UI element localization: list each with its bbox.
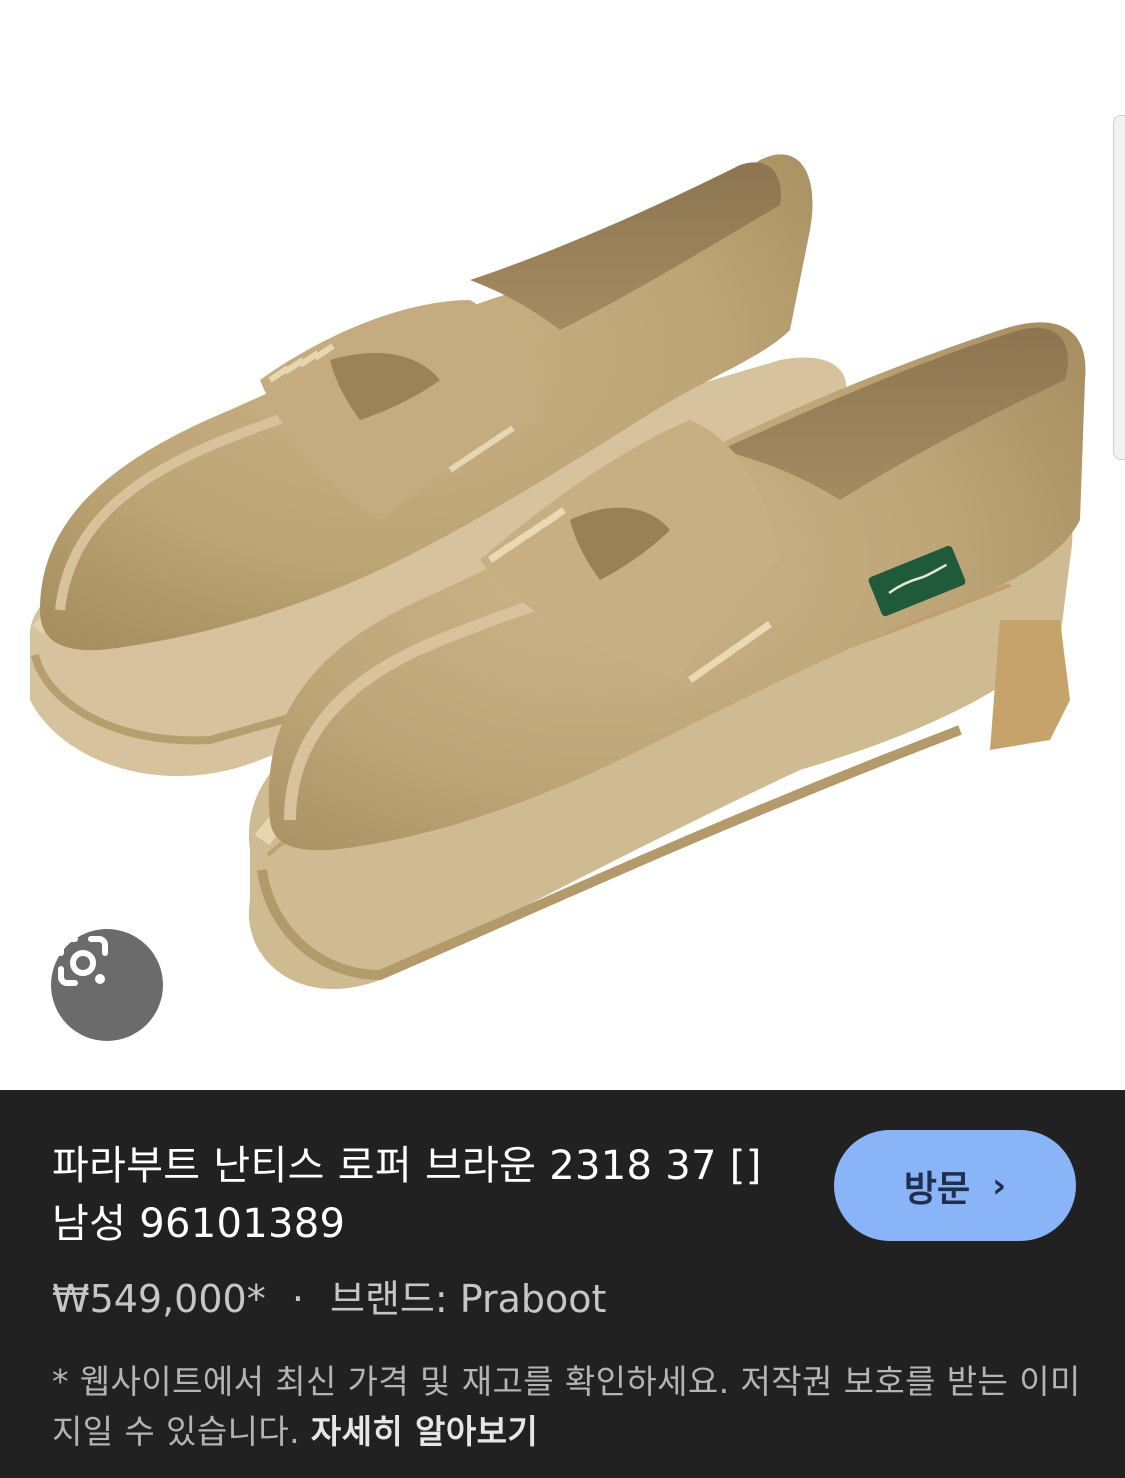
separator-dot: ·	[291, 1277, 304, 1321]
google-lens-icon	[58, 936, 108, 986]
side-scroll-handle[interactable]	[1113, 115, 1125, 460]
visit-button[interactable]: 방문 ›	[834, 1130, 1076, 1241]
disclaimer: * 웹사이트에서 최신 가격 및 재고를 확인하세요. 저작권 보호를 받는 이…	[52, 1357, 1082, 1457]
disclaimer-text: * 웹사이트에서 최신 가격 및 재고를 확인하세요. 저작권 보호를 받는 이…	[52, 1362, 1081, 1451]
product-image[interactable]	[0, 0, 1125, 1090]
price-brand-line: ₩549,000* · 브랜드: Praboot	[52, 1273, 606, 1325]
loafer-pair-image	[29, 154, 1086, 989]
brand-label: 브랜드: Praboot	[330, 1277, 607, 1321]
google-lens-button[interactable]	[51, 929, 163, 1041]
chevron-right-icon: ›	[992, 1165, 1007, 1206]
price: ₩549,000*	[52, 1277, 266, 1321]
visit-button-label: 방문	[903, 1168, 971, 1210]
product-title[interactable]: 파라부트 난티스 로퍼 브라운 2318 37 [] 남성 96101389	[52, 1137, 792, 1253]
learn-more-link[interactable]: 자세히 알아보기	[311, 1412, 538, 1451]
